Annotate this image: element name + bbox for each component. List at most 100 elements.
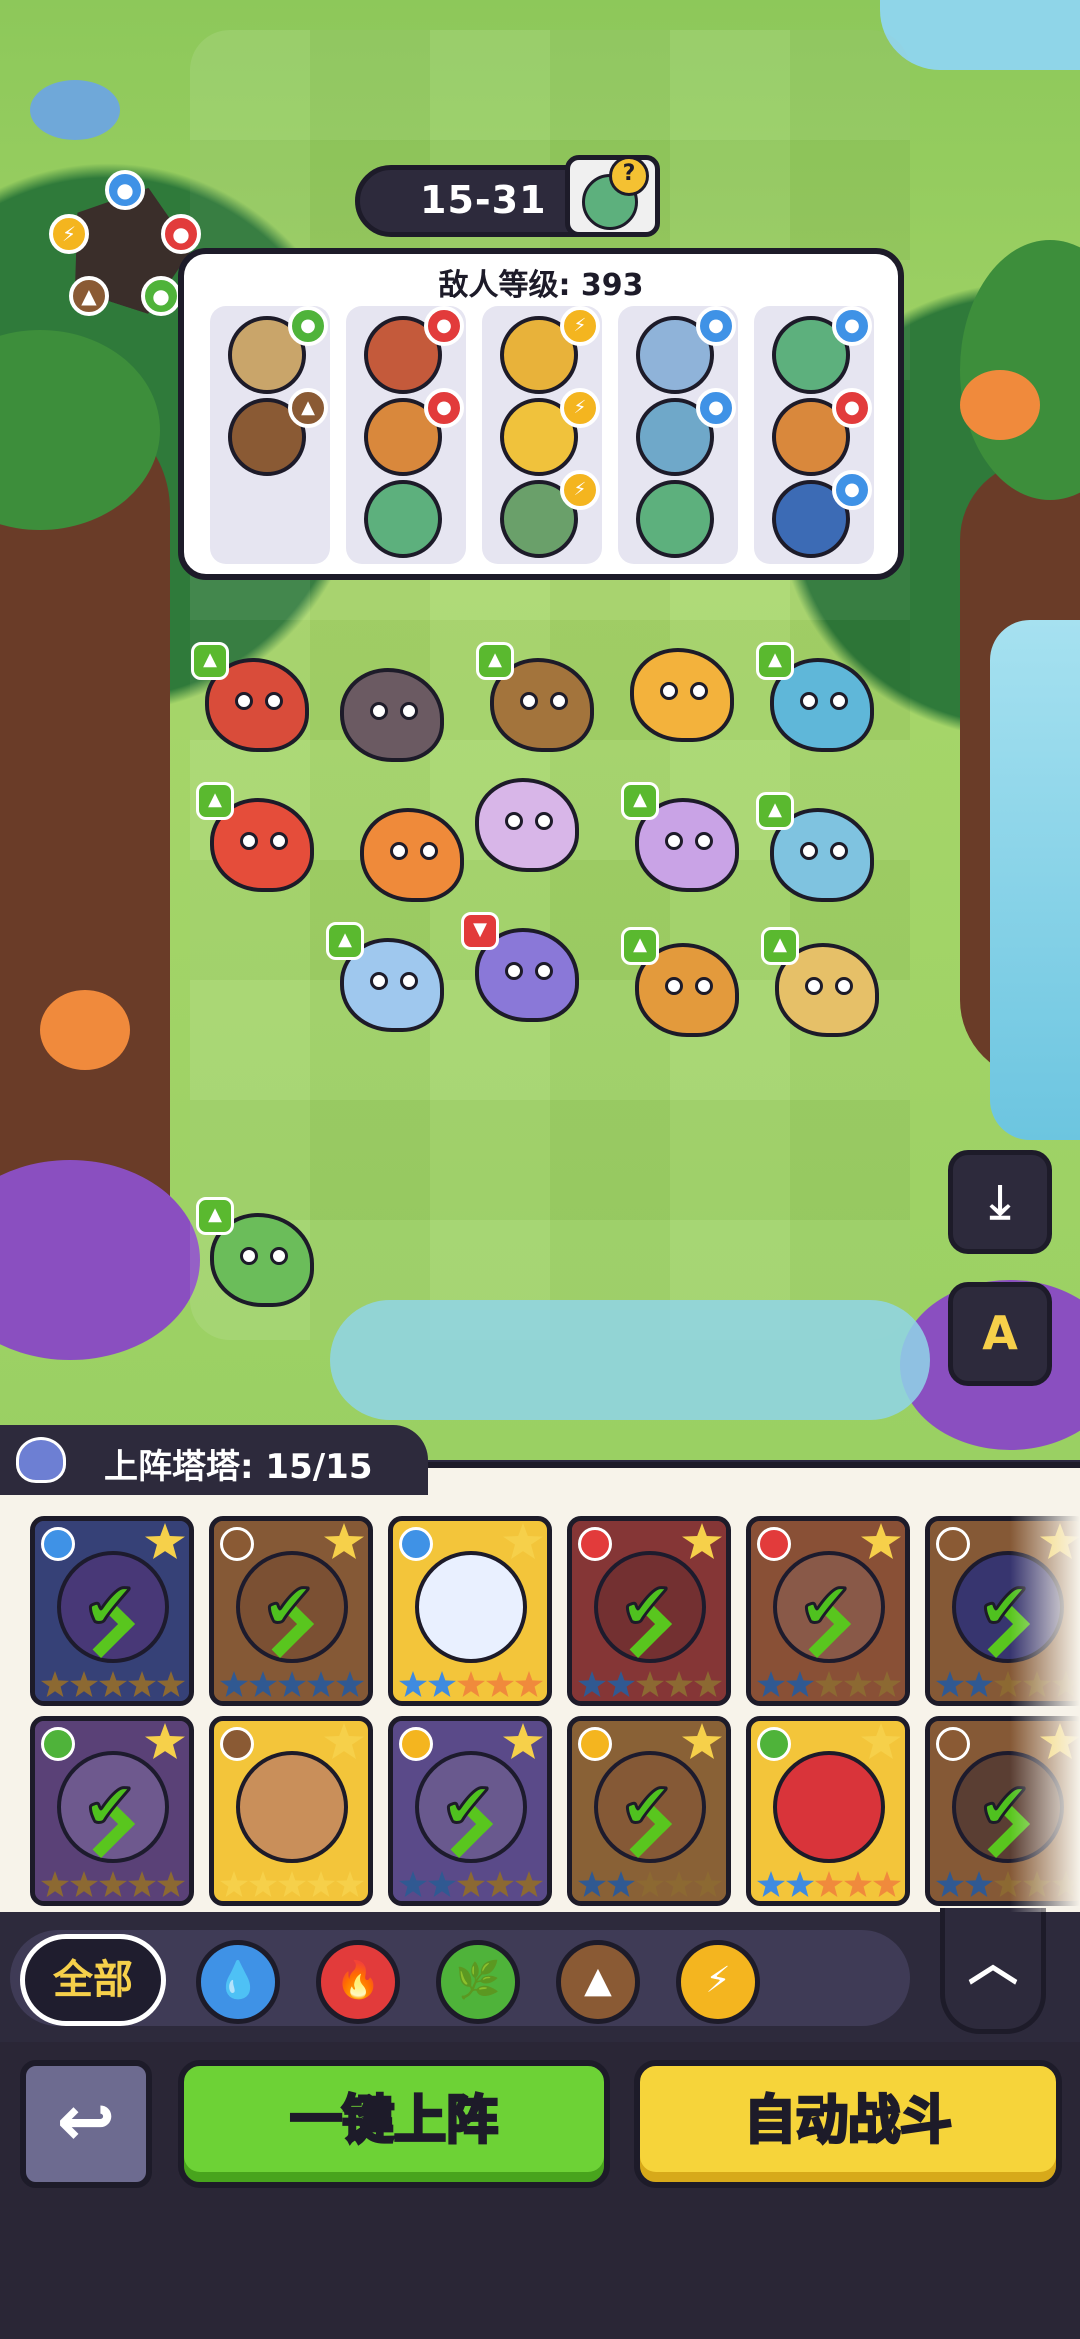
earth-icon [220, 1727, 254, 1761]
star-icon [665, 1871, 693, 1897]
unit-ice-hedgehog[interactable]: ▲ [756, 642, 880, 760]
enemy-level-text: 敌人等级: 393 [438, 268, 644, 303]
lightning-icon: ⚡ [49, 214, 89, 254]
star-icon [607, 1671, 635, 1697]
nature-icon [757, 1727, 791, 1761]
star-icon [307, 1671, 335, 1697]
water-icon: ● [696, 306, 736, 346]
unit-dark-lizard[interactable] [330, 660, 450, 770]
unit-mantis-fairy[interactable] [465, 770, 585, 880]
favorite-star-icon[interactable] [682, 1723, 722, 1759]
star-icon [70, 1671, 98, 1697]
unit-flame-parrot[interactable]: ▲ [196, 782, 320, 900]
unit-fox-dog[interactable]: ▲ [621, 927, 745, 1045]
filter-water-button[interactable]: 💧 [196, 1940, 280, 2024]
enemy-column: ● ● [618, 306, 738, 564]
favorite-star-icon[interactable] [324, 1723, 364, 1759]
unit-ice-serpent[interactable]: ▲ [326, 922, 450, 1040]
star-icon [70, 1871, 98, 1897]
enemy-unit[interactable] [636, 480, 714, 558]
collapse-tray-button[interactable]: ︿ [940, 1908, 1046, 2034]
favorite-star-icon[interactable] [861, 1723, 901, 1759]
tower-card[interactable] [388, 1716, 552, 1906]
checkmark-icon [799, 1575, 869, 1639]
unit-purple-sheep[interactable]: ▲ [621, 782, 745, 900]
star-icon [786, 1871, 814, 1897]
favorite-star-icon[interactable] [503, 1723, 543, 1759]
unit-rock-turtle[interactable]: ▲ [476, 642, 600, 760]
tower-card[interactable] [746, 1516, 910, 1706]
star-icon [786, 1671, 814, 1697]
favorite-star-icon[interactable] [145, 1523, 185, 1559]
card-tray[interactable] [0, 1462, 1080, 1912]
star-icon [607, 1871, 635, 1897]
tower-card[interactable] [388, 1516, 552, 1706]
water-icon [399, 1527, 433, 1561]
favorite-star-icon[interactable] [503, 1523, 543, 1559]
card-portrait [236, 1751, 348, 1863]
star-icon [694, 1871, 722, 1897]
one-click-deploy-button[interactable]: 一键上阵 [178, 2060, 610, 2188]
deployed-count-text: 上阵塔塔: 15/15 [104, 1447, 373, 1487]
tower-card[interactable] [209, 1516, 373, 1706]
filter-earth-button[interactable]: ▲ [556, 1940, 640, 2024]
lightning-icon [399, 1727, 433, 1761]
tower-card[interactable] [30, 1716, 194, 1906]
star-icon [220, 1871, 248, 1897]
enemy-column: ● ● ● [754, 306, 874, 564]
unit-mushroom-frog[interactable]: ▲ [196, 1197, 320, 1315]
enemy-column: ⚡ ⚡ ⚡ [482, 306, 602, 564]
enemy-unit[interactable] [364, 480, 442, 558]
fire-icon: ● [161, 214, 201, 254]
card-portrait [415, 1551, 527, 1663]
favorite-star-icon[interactable] [861, 1523, 901, 1559]
unit-golden-lion[interactable] [620, 640, 740, 750]
star-icon [307, 1871, 335, 1897]
water-icon [41, 1527, 75, 1561]
checkmark-icon [620, 1575, 690, 1639]
fire-icon [578, 1527, 612, 1561]
river [330, 1300, 930, 1420]
thumbs-up-icon: ▲ [621, 782, 659, 820]
enemy-info-button[interactable]: ? [565, 155, 660, 237]
earth-icon: ▲ [69, 276, 109, 316]
star-icon [399, 1671, 427, 1697]
tower-card[interactable] [30, 1516, 194, 1706]
waterfall [990, 620, 1080, 1140]
star-icon [757, 1871, 785, 1897]
star-icon [99, 1871, 127, 1897]
action-bar: ↩ 一键上阵 自动战斗 [0, 2042, 1080, 2339]
favorite-star-icon[interactable] [682, 1523, 722, 1559]
unit-blue-fox[interactable]: ▲ [756, 792, 880, 910]
favorite-star-icon[interactable] [145, 1723, 185, 1759]
tower-card[interactable] [567, 1516, 731, 1706]
tower-card[interactable] [209, 1716, 373, 1906]
filter-lightning-button[interactable]: ⚡ [676, 1940, 760, 2024]
tower-card[interactable] [567, 1716, 731, 1906]
nature-icon [41, 1727, 75, 1761]
filter-fire-button[interactable]: 🔥 [316, 1940, 400, 2024]
auto-settings-button[interactable]: A [948, 1282, 1052, 1386]
unit-sand-pug[interactable]: ▲ [761, 927, 885, 1045]
tower-card[interactable] [746, 1716, 910, 1906]
filter-nature-button[interactable]: 🌿 [436, 1940, 520, 2024]
auto-battle-button[interactable]: 自动战斗 [634, 2060, 1062, 2188]
back-button[interactable]: ↩ [20, 2060, 152, 2188]
checkmark-icon [262, 1575, 332, 1639]
lightning-icon: ⚡ [560, 306, 600, 346]
card-rating [220, 1871, 368, 1897]
star-icon [815, 1671, 843, 1697]
filter-all-button[interactable]: 全部 [20, 1934, 166, 2026]
favorite-star-icon[interactable] [324, 1523, 364, 1559]
star-icon [815, 1871, 843, 1897]
unit-crystal-dragon[interactable]: ▼ [461, 912, 585, 1030]
thumbs-up-icon: ▲ [196, 1197, 234, 1235]
card-rating [578, 1871, 726, 1897]
earth-icon: ▲ [288, 388, 328, 428]
unit-fire-bunny[interactable] [350, 800, 470, 910]
save-formation-button[interactable]: ⤓ [948, 1150, 1052, 1254]
card-rating [399, 1871, 547, 1897]
unit-fire-boar[interactable]: ▲ [191, 642, 315, 760]
star-icon [157, 1871, 185, 1897]
card-rating [399, 1671, 547, 1697]
